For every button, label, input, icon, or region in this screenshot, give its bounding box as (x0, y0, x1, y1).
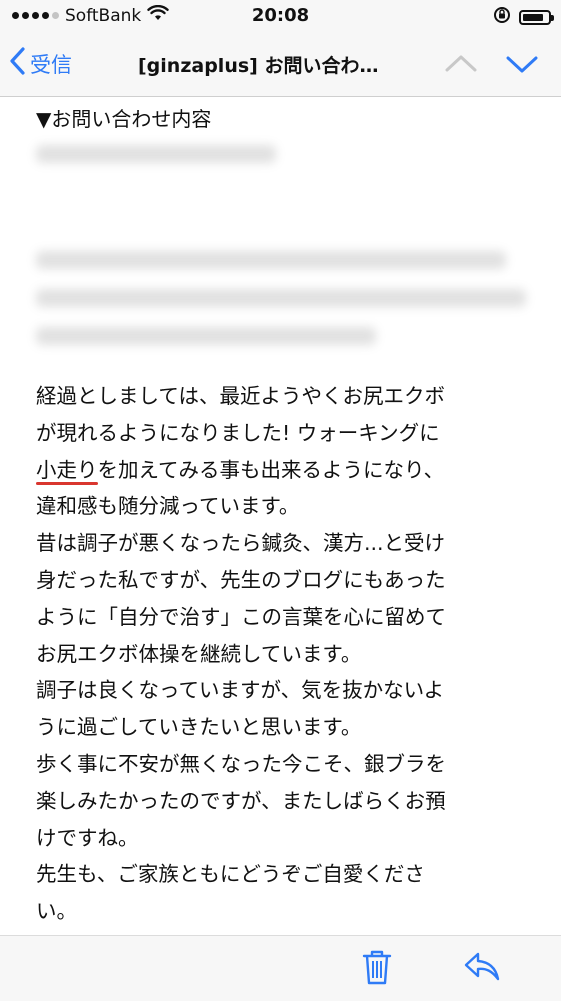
message-text: うに過ごしていきたいと思います。 (36, 715, 362, 740)
message-line: が現れるようになりました! ウォーキングに (36, 415, 536, 452)
message-line: 先生も、ご家族ともにどうぞご自愛くださ (36, 856, 536, 893)
message-line: 昔は調子が悪くなったら鍼灸、漢方...と受け (36, 525, 536, 562)
message-text: を加えてみる事も出来るようになり、 (97, 457, 445, 482)
message-line: 経過としましては、最近ようやくお尻エクボ (36, 378, 536, 415)
battery-icon (519, 9, 554, 25)
message-paragraph: 経過としましては、最近ようやくお尻エクボ が現れるようになりました! ウォーキング… (36, 378, 536, 930)
redacted-text-block (36, 139, 526, 369)
previous-message-button[interactable] (444, 49, 478, 83)
message-line: 身だった私ですが、先生のブログにもあった (36, 562, 536, 599)
message-text: 身だった私ですが、先生のブログにもあった (36, 567, 446, 592)
message-text: が現れるようになりました! ウォーキングに (36, 420, 440, 445)
bottom-toolbar (0, 935, 561, 1001)
nav-bar: 受信 [ginzaplus] お問い合わ… (0, 34, 561, 97)
back-button[interactable]: 受信 (8, 46, 72, 81)
message-text: 違和感も随分減っています。 (36, 494, 300, 519)
reply-icon (462, 952, 502, 988)
message-line: 調子は良くなっていますが、気を抜かないよ (36, 672, 536, 709)
message-text: けですね。 (36, 825, 139, 850)
message-line: い。 (36, 893, 536, 930)
rotation-lock-icon (493, 6, 511, 28)
message-line: ように「自分で治す」この言葉を心に留めて (36, 599, 536, 636)
message-line: お尻エクボ体操を継続しています。 (36, 636, 536, 673)
message-text: ように「自分で治す」この言葉を心に留めて (36, 604, 446, 629)
trash-icon (360, 950, 394, 990)
status-time: 20:08 (251, 5, 310, 26)
reply-button[interactable] (462, 948, 502, 988)
message-text: 昔は調子が悪くなったら鍼灸、漢方...と受け (36, 531, 446, 556)
status-bar: SoftBank 20:08 (0, 0, 561, 34)
chevron-up-icon (444, 55, 478, 83)
battery-level (523, 13, 544, 21)
message-line: 小走りを加えてみる事も出来るようになり、 (36, 452, 536, 489)
message-line: 楽しみたかったのですが、またしばらくお預 (36, 783, 536, 820)
message-line: けですね。 (36, 820, 536, 857)
message-line: うに過ごしていきたいと思います。 (36, 709, 536, 746)
message-line: 歩く事に不安が無くなった今こそ、銀ブラを (36, 746, 536, 783)
underlined-phrase: 小走り (36, 457, 98, 482)
status-right (493, 6, 554, 28)
chevron-down-icon (505, 56, 539, 83)
section-heading: ▼お問い合わせ内容 (36, 107, 212, 131)
message-text: 先生も、ご家族ともにどうぞご自愛くださ (36, 862, 425, 887)
message-text: 調子は良くなっていますが、気を抜かないよ (36, 678, 445, 703)
chevron-left-icon (8, 46, 28, 81)
message-line: 違和感も随分減っています。 (36, 488, 536, 525)
message-text: 歩く事に不安が無くなった今こそ、銀ブラを (36, 751, 446, 776)
trash-button[interactable] (360, 948, 394, 990)
message-text: 楽しみたかったのですが、またしばらくお預 (36, 788, 446, 813)
message-text: い。 (36, 899, 77, 924)
back-label: 受信 (30, 52, 72, 77)
message-body[interactable]: ▼お問い合わせ内容 経過としましては、最近ようやくお尻エクボ が現れるようになりま… (0, 97, 561, 935)
message-text: 経過としましては、最近ようやくお尻エクボ (36, 384, 445, 408)
message-title: [ginzaplus] お問い合わ… (138, 55, 379, 77)
message-text: お尻エクボ体操を継続しています。 (36, 641, 362, 666)
next-message-button[interactable] (505, 49, 539, 83)
